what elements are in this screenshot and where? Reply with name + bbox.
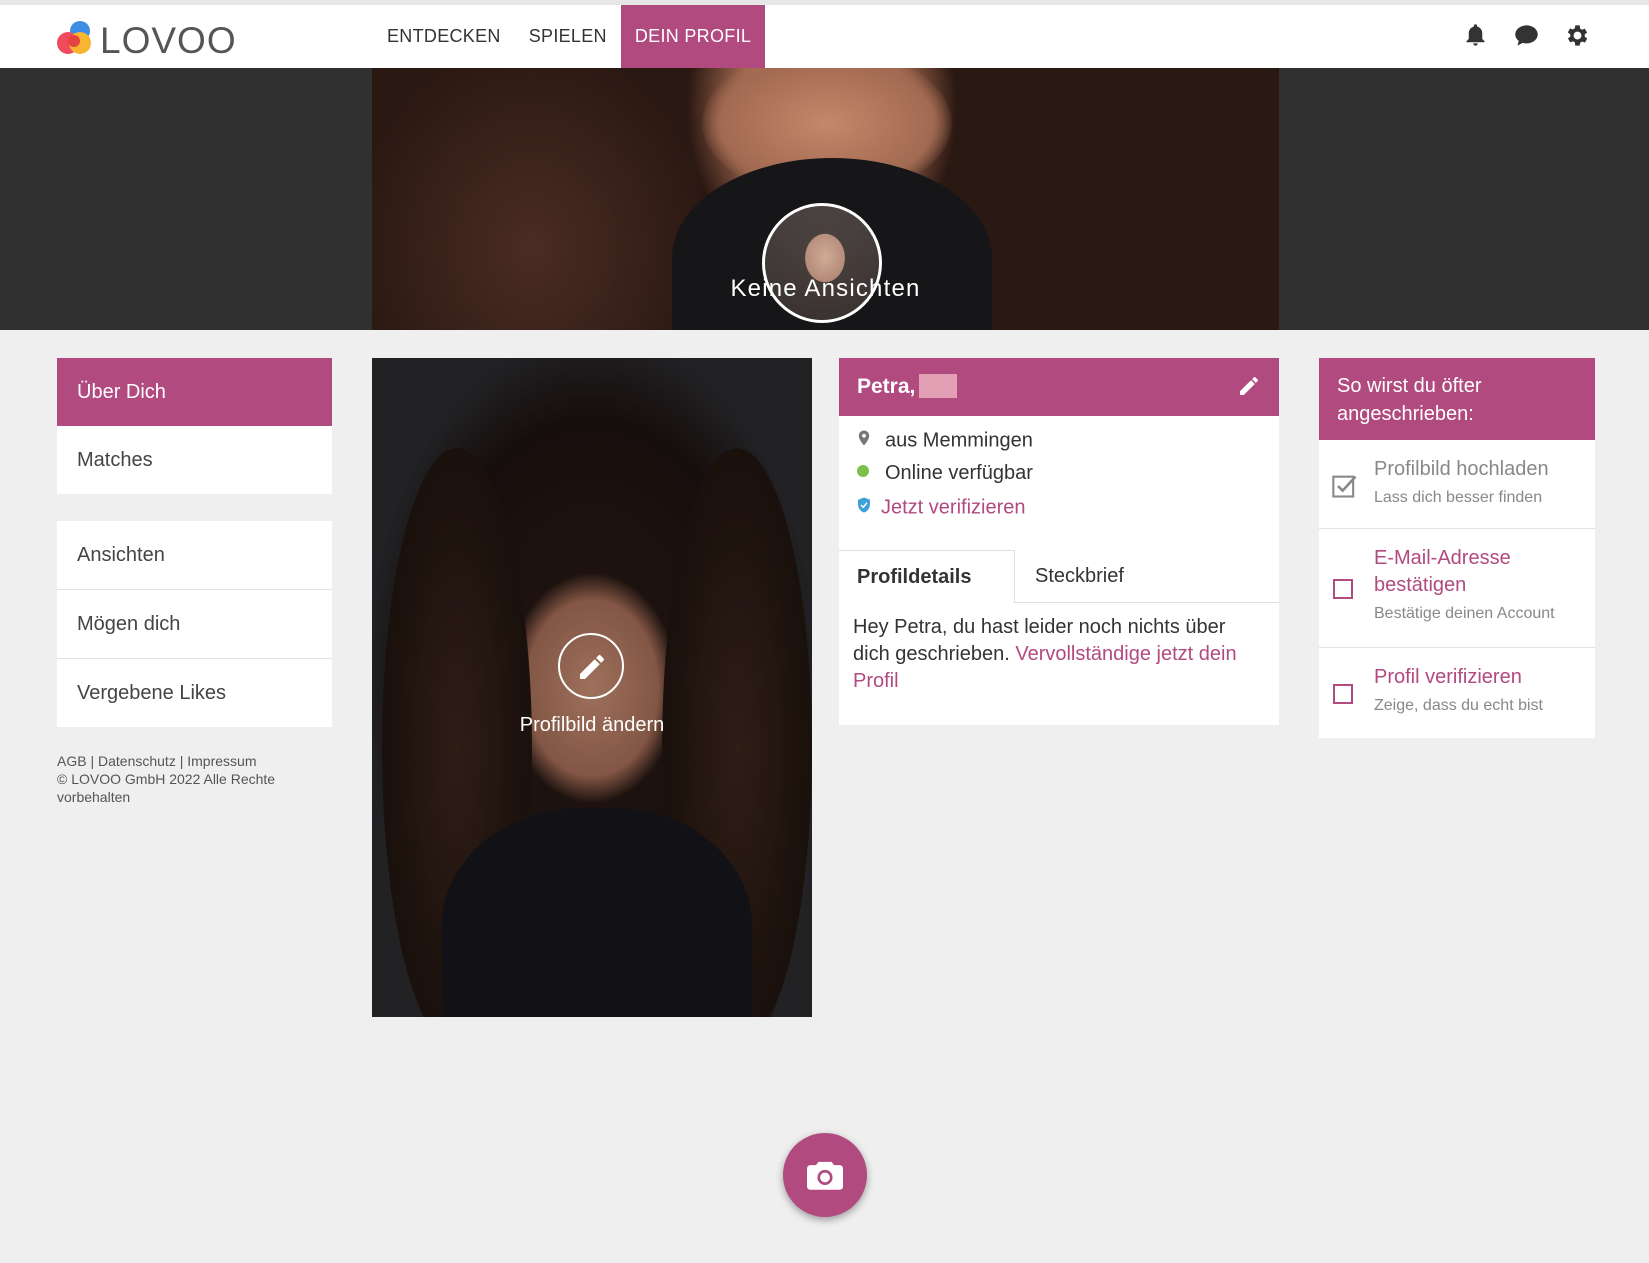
location-pin-icon: [855, 428, 875, 454]
chat-bubble-icon[interactable]: [1513, 22, 1540, 49]
tips-card: So wirst du öfter angeschrieben: Profilb…: [1319, 358, 1595, 738]
upload-photo-button[interactable]: [783, 1133, 867, 1217]
gear-icon[interactable]: [1564, 22, 1591, 49]
logo-text: LOVOO: [100, 20, 237, 61]
tip-title[interactable]: Profilbild hochladen: [1374, 456, 1579, 483]
online-status-text: Online verfügbar: [885, 462, 1033, 484]
pencil-icon: [580, 654, 604, 679]
checked-box-icon: [1331, 472, 1359, 500]
checkbox-icon[interactable]: [1333, 579, 1353, 599]
profile-card-header: Petra,: [839, 358, 1279, 416]
tips-header: So wirst du öfter angeschrieben:: [1319, 358, 1595, 440]
change-photo-button[interactable]: [558, 633, 624, 699]
edit-profile-icon[interactable]: [1237, 374, 1261, 398]
logo-mark-icon: [57, 21, 91, 54]
nav-spielen[interactable]: SPIELEN: [515, 5, 621, 68]
tip-subtitle: Zeige, dass du echt bist: [1374, 697, 1543, 714]
sidebar-group-profile: Über Dich Matches: [57, 358, 332, 494]
footer-link-agb[interactable]: AGB: [57, 753, 87, 769]
profile-photo[interactable]: Profilbild ändern: [372, 358, 812, 1017]
tab-profildetails[interactable]: Profildetails: [839, 550, 1015, 603]
checkbox-icon[interactable]: [1333, 684, 1353, 704]
tip-verify-profile: Profil verifizieren Zeige, dass du echt …: [1319, 648, 1595, 738]
left-sidebar: Über Dich Matches Ansichten Mögen dich V…: [57, 358, 332, 754]
tip-title[interactable]: Profil verifizieren: [1374, 664, 1579, 691]
profile-name: Petra,: [857, 375, 916, 398]
nav-dein-profil[interactable]: DEIN PROFIL: [620, 5, 766, 68]
sidebar-item-ueber-dich[interactable]: Über Dich: [57, 358, 332, 426]
copyright-text: © LOVOO GmbH 2022 Alle Rechte vorbehalte…: [57, 771, 276, 805]
location-text: aus Memmingen: [885, 429, 1033, 452]
sidebar-item-vergebene-likes[interactable]: Vergebene Likes: [57, 659, 332, 727]
redacted-age: [919, 374, 957, 398]
footer-link-impressum[interactable]: Impressum: [187, 753, 256, 769]
sidebar-item-matches[interactable]: Matches: [57, 426, 332, 494]
profile-card: Petra, aus Memmingen Online verfügbar Je…: [839, 358, 1279, 725]
views-count-text: Keine Ansichten: [730, 275, 921, 302]
profile-tabs: Profildetails Steckbrief: [839, 550, 1279, 603]
tip-title[interactable]: E-Mail-Adresse bestätigen: [1374, 545, 1579, 599]
verify-link[interactable]: Jetzt verifizieren: [881, 496, 1026, 518]
sidebar-item-ansichten[interactable]: Ansichten: [57, 521, 332, 590]
sidebar-group-activity: Ansichten Mögen dich Vergebene Likes: [57, 521, 332, 727]
header-icons: [1462, 22, 1591, 49]
profile-description: Hey Petra, du hast leider noch nichts üb…: [853, 614, 1263, 695]
avatar[interactable]: [762, 203, 882, 323]
location-row: aus Memmingen: [855, 428, 1033, 454]
lovoo-logo[interactable]: LOVOO: [56, 16, 236, 61]
online-row: Online verfügbar: [855, 462, 1033, 485]
tip-subtitle: Bestätige deinen Account: [1374, 605, 1555, 622]
bell-icon[interactable]: [1462, 22, 1489, 49]
footer-link-datenschutz[interactable]: Datenschutz: [98, 753, 176, 769]
tip-upload-photo: Profilbild hochladen Lass dich besser fi…: [1319, 440, 1595, 529]
verify-row: Jetzt verifizieren: [855, 495, 1026, 521]
camera-icon: [807, 1161, 843, 1190]
online-dot-icon: [855, 462, 875, 485]
sidebar-item-moegen-dich[interactable]: Mögen dich: [57, 590, 332, 659]
tip-confirm-email: E-Mail-Adresse bestätigen Bestätige dein…: [1319, 529, 1595, 648]
tab-steckbrief[interactable]: Steckbrief: [1035, 550, 1124, 602]
top-navbar: LOVOO ENTDECKEN SPIELEN DEIN PROFIL: [0, 5, 1649, 68]
shield-check-icon: [855, 495, 875, 521]
change-photo-label[interactable]: Profilbild ändern: [372, 714, 812, 737]
main-nav: ENTDECKEN SPIELEN DEIN PROFIL: [373, 5, 766, 68]
footer-links: AGB | Datenschutz | Impressum © LOVOO Gm…: [57, 753, 276, 805]
profile-banner: Keine Ansichten: [0, 68, 1649, 330]
nav-entdecken[interactable]: ENTDECKEN: [373, 5, 515, 68]
tip-subtitle: Lass dich besser finden: [1374, 489, 1543, 506]
